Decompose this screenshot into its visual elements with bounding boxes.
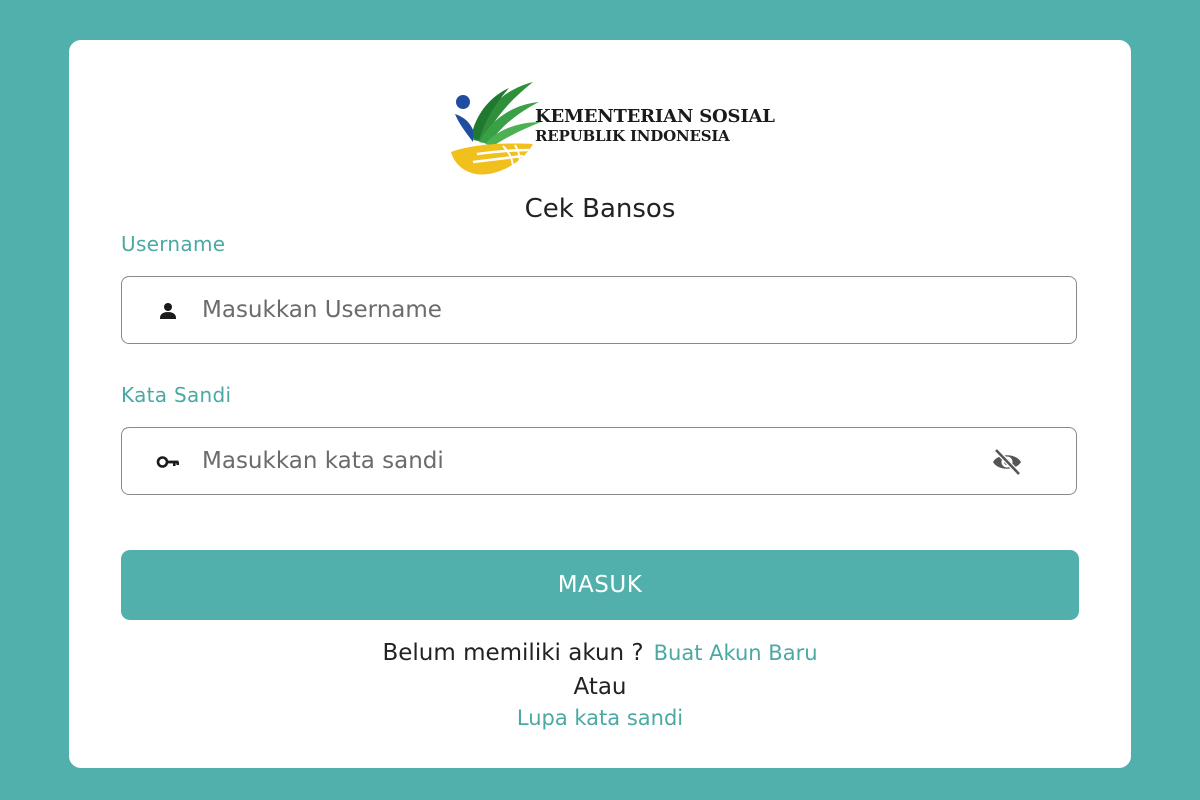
logo-text: KEMENTERIAN SOSIAL REPUBLIK INDONESIA bbox=[535, 108, 775, 144]
username-field bbox=[121, 276, 1077, 344]
password-input[interactable] bbox=[202, 438, 962, 484]
username-input[interactable] bbox=[202, 287, 962, 333]
kemensos-logo: KEMENTERIAN SOSIAL REPUBLIK INDONESIA bbox=[447, 76, 775, 180]
logo-line-1: KEMENTERIAN SOSIAL bbox=[535, 106, 775, 127]
register-prompt: Belum memiliki akun ? bbox=[382, 640, 644, 666]
username-label: Username bbox=[121, 232, 226, 256]
logo-line-2: REPUBLIK INDONESIA bbox=[535, 127, 730, 145]
forgot-password-link[interactable]: Lupa kata sandi bbox=[69, 706, 1131, 730]
key-icon bbox=[156, 456, 179, 468]
password-field bbox=[121, 427, 1077, 495]
register-row: Belum memiliki akun ? Buat Akun Baru bbox=[69, 640, 1131, 666]
login-button[interactable]: MASUK bbox=[121, 550, 1079, 620]
or-separator: Atau bbox=[573, 674, 627, 700]
logo-emblem-icon bbox=[451, 82, 541, 175]
page-title: Cek Bansos bbox=[524, 194, 676, 224]
create-account-link[interactable]: Buat Akun Baru bbox=[654, 641, 818, 665]
login-card: KEMENTERIAN SOSIAL REPUBLIK INDONESIA Ce… bbox=[69, 40, 1131, 768]
person-icon bbox=[160, 303, 176, 319]
password-label: Kata Sandi bbox=[121, 383, 232, 407]
eye-off-icon[interactable] bbox=[990, 446, 1024, 478]
